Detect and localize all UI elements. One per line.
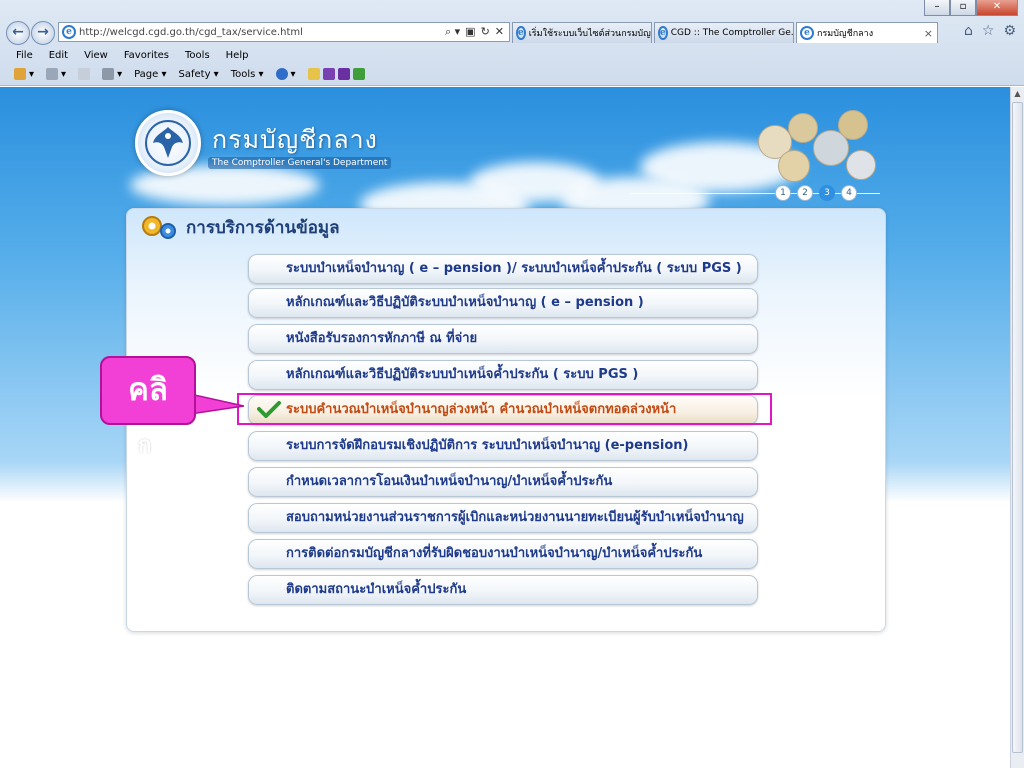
service-pgs-rules[interactable]: หลักเกณฑ์และวิธีปฏิบัติระบบบำเหน็จค้ำประ…: [248, 360, 758, 390]
site-title: กรมบัญชีกลาง: [212, 125, 378, 154]
onenote-linked-icon: [337, 68, 350, 80]
gears-icon: [142, 216, 176, 239]
tab-label: CGD :: The Comptroller Ge...: [670, 28, 794, 38]
service-tax-certificate[interactable]: หนังสือรับรองการหักภาษี ณ ที่จ่าย: [248, 324, 758, 354]
ie-tab-icon: e: [800, 26, 814, 40]
browser-right-icons: ⌂ ☆ ⚙: [964, 23, 1016, 39]
cmd-home[interactable]: ▾: [14, 68, 34, 80]
stop-icon[interactable]: ✕: [495, 25, 504, 39]
compatibility-icon[interactable]: ▣: [465, 25, 475, 39]
service-transfer-schedule[interactable]: กำหนดเวลาการโอนเงินบำเหน็จบำนาญ/บำเหน็จค…: [248, 467, 758, 497]
address-tools: ⌕ ▾ ▣ ↻ ✕: [445, 25, 509, 39]
service-agency-inquiry[interactable]: สอบถามหน่วยงานส่วนราชการผู้เบิกและหน่วยง…: [248, 503, 758, 533]
research-icon: [307, 68, 320, 80]
coins-banner-image: [718, 105, 883, 193]
tab-2[interactable]: e CGD :: The Comptroller Ge...: [654, 22, 794, 43]
cmd-mail[interactable]: [78, 68, 91, 80]
service-epension-rules[interactable]: หลักเกณฑ์และวิธีปฏิบัติระบบบำเหน็จบำนาญ …: [248, 288, 758, 318]
menu-file[interactable]: File: [16, 50, 33, 61]
tab-close-icon[interactable]: ×: [918, 27, 933, 40]
callout-pointer: [190, 393, 244, 415]
home-icon[interactable]: ⌂: [964, 23, 973, 39]
service-training[interactable]: ระบบการจัดฝึกอบรมเชิงปฏิบัติการ ระบบบำเห…: [248, 431, 758, 461]
browser-chrome: – ▫ ✕ ← → e http://welcgd.cgd.go.th/cgd_…: [0, 0, 1024, 86]
service-pgs-status[interactable]: ติดตามสถานะบำเหน็จค้ำประกัน: [248, 575, 758, 605]
vertical-scrollbar[interactable]: ▲: [1010, 87, 1024, 768]
cmd-tools[interactable]: Tools ▾: [231, 69, 264, 80]
cmd-feeds[interactable]: ▾: [46, 68, 66, 80]
ie-tab-icon: e: [516, 26, 526, 40]
menu-tools[interactable]: Tools: [185, 50, 210, 61]
menu-edit[interactable]: Edit: [49, 50, 68, 61]
scroll-up-icon[interactable]: ▲: [1011, 87, 1024, 101]
panel-title: การบริการด้านข้อมูล: [186, 218, 340, 238]
excel-icon: [352, 68, 365, 80]
cmd-safety[interactable]: Safety ▾: [179, 69, 219, 80]
address-bar[interactable]: e http://welcgd.cgd.go.th/cgd_tax/servic…: [58, 22, 510, 42]
cmd-help[interactable]: ▾: [275, 68, 296, 80]
menu-bar: File Edit View Favorites Tools Help: [0, 46, 1024, 64]
banner-pager: 1 2 3 4: [775, 185, 857, 201]
site-subtitle: The Comptroller General's Department: [208, 157, 392, 169]
close-window-button[interactable]: ✕: [976, 0, 1018, 16]
tab-1[interactable]: e เริ่มใช้ระบบเว็บไซต์ส่วนกรมบัญชี...: [512, 22, 652, 43]
back-button[interactable]: ←: [6, 21, 30, 45]
pager-page-4[interactable]: 4: [841, 185, 857, 201]
ie-tab-icon: e: [658, 26, 668, 40]
print-icon: [102, 68, 115, 80]
scroll-thumb[interactable]: [1012, 102, 1023, 753]
favorites-star-icon[interactable]: ☆: [982, 23, 995, 39]
service-epension-pgs[interactable]: ระบบบำเหน็จบำนาญ ( e – pension )/ ระบบบำ…: [248, 254, 758, 284]
mail-icon: [78, 68, 91, 80]
refresh-icon[interactable]: ↻: [481, 25, 490, 39]
settings-gear-icon[interactable]: ⚙: [1003, 23, 1016, 39]
home-icon: [14, 68, 26, 80]
callout-overflow-text: ก: [138, 433, 152, 458]
service-contact[interactable]: การติดต่อกรมบัญชีกลางที่รับผิดชอบงานบำเห…: [248, 539, 758, 569]
feeds-icon: [46, 68, 59, 80]
pager-page-1[interactable]: 1: [775, 185, 791, 201]
tab-label: กรมบัญชีกลาง: [817, 29, 874, 39]
pager-page-2[interactable]: 2: [797, 185, 813, 201]
help-icon: [275, 68, 288, 80]
cmd-extras[interactable]: [307, 68, 365, 80]
restore-button[interactable]: ▫: [950, 0, 976, 16]
menu-view[interactable]: View: [84, 50, 108, 61]
cmd-page[interactable]: Page ▾: [134, 69, 166, 80]
onenote-icon: [322, 68, 335, 80]
ie-page-icon: e: [62, 25, 76, 39]
forward-button[interactable]: →: [31, 21, 55, 45]
menu-favorites[interactable]: Favorites: [124, 50, 169, 61]
command-bar: ▾ ▾ ▾ Page ▾ Safety ▾ Tools ▾ ▾: [0, 64, 1024, 84]
url-text[interactable]: http://welcgd.cgd.go.th/cgd_tax/service.…: [79, 27, 445, 38]
highlight-box: [237, 393, 772, 425]
garuda-emblem-icon: [145, 120, 191, 166]
pager-page-3[interactable]: 3: [819, 185, 835, 201]
menu-help[interactable]: Help: [226, 50, 249, 61]
click-callout: คลิ: [100, 356, 196, 425]
cmd-print[interactable]: ▾: [102, 68, 122, 80]
department-seal-logo: [135, 110, 201, 176]
tab-label: เริ่มใช้ระบบเว็บไซต์ส่วนกรมบัญชี...: [528, 29, 652, 39]
tab-3-active[interactable]: e กรมบัญชีกลาง ×: [796, 22, 938, 43]
window-controls: – ▫ ✕: [924, 0, 1018, 16]
minimize-button[interactable]: –: [924, 0, 950, 16]
search-dropdown-icon[interactable]: ⌕ ▾: [445, 25, 460, 39]
